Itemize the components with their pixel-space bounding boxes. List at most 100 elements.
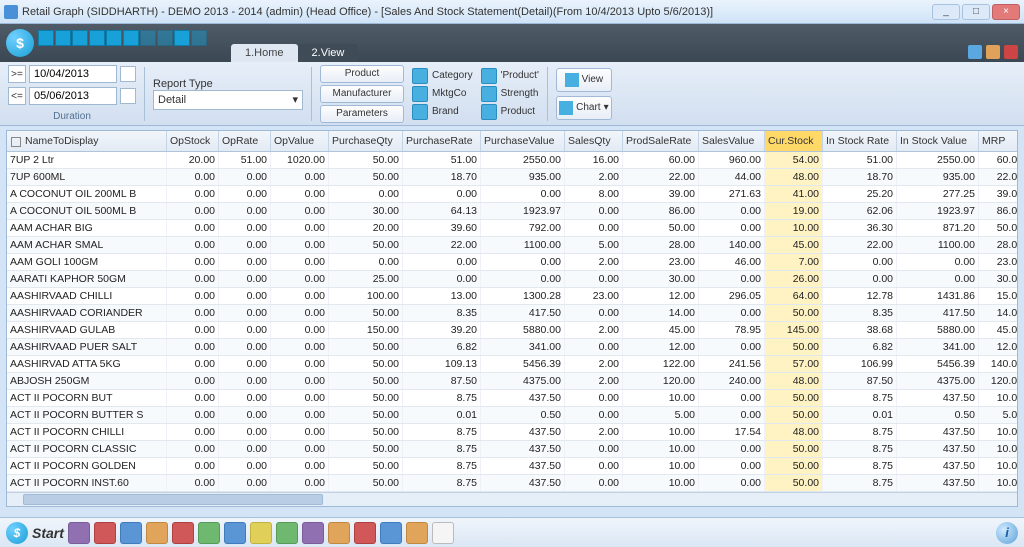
- task-icon-11[interactable]: [328, 522, 350, 544]
- table-row[interactable]: ACT II POCORN GOLDEN0.000.000.0050.008.7…: [7, 458, 1017, 475]
- nav-btn-7[interactable]: [140, 30, 156, 46]
- app-logo[interactable]: $: [6, 29, 34, 57]
- table-row[interactable]: AASHIRVAD ATTA 5KG0.000.000.0050.00109.1…: [7, 356, 1017, 373]
- task-icon-1[interactable]: [68, 522, 90, 544]
- col-header[interactable]: PurchaseQty: [329, 131, 403, 151]
- cell: 0.00: [271, 305, 329, 321]
- product-label: Product: [501, 106, 535, 117]
- col-header[interactable]: MRP: [979, 131, 1018, 151]
- help-icon[interactable]: [968, 45, 982, 59]
- product-button[interactable]: Product: [320, 65, 404, 83]
- table-row[interactable]: A COCONUT OIL 500ML B0.000.000.0030.0064…: [7, 203, 1017, 220]
- task-icon-10[interactable]: [302, 522, 324, 544]
- scrollbar-thumb[interactable]: [23, 494, 323, 505]
- task-icon-6[interactable]: [198, 522, 220, 544]
- table-row[interactable]: ACT II POCORN BUT0.000.000.0050.008.7543…: [7, 390, 1017, 407]
- table-row[interactable]: AAM ACHAR BIG0.000.000.0020.0039.60792.0…: [7, 220, 1017, 237]
- task-icon-3[interactable]: [120, 522, 142, 544]
- table-row[interactable]: ACT II POCORN CHILLI0.000.000.0050.008.7…: [7, 424, 1017, 441]
- cell: 18.70: [823, 169, 897, 185]
- table-row[interactable]: AASHIRVAAD CHILLI0.000.000.00100.0013.00…: [7, 288, 1017, 305]
- maximize-button[interactable]: □: [962, 4, 990, 20]
- table-row[interactable]: AASHIRVAAD PUER SALT0.000.000.0050.006.8…: [7, 339, 1017, 356]
- strength-icon[interactable]: [481, 86, 497, 102]
- task-icon-8[interactable]: [250, 522, 272, 544]
- task-icon-13[interactable]: [380, 522, 402, 544]
- col-header[interactable]: OpStock: [167, 131, 219, 151]
- horizontal-scrollbar[interactable]: [7, 492, 1017, 506]
- calendar-to-icon[interactable]: [120, 88, 136, 104]
- pdf-icon[interactable]: [1004, 45, 1018, 59]
- chart-button[interactable]: Chart ▾: [556, 96, 612, 120]
- calendar-from-icon[interactable]: [120, 66, 136, 82]
- table-row[interactable]: AAM GOLI 100GM0.000.000.000.000.000.002.…: [7, 254, 1017, 271]
- task-icon-12[interactable]: [354, 522, 376, 544]
- task-icon-7[interactable]: [224, 522, 246, 544]
- nav-refresh-icon[interactable]: [123, 30, 139, 46]
- col-header[interactable]: In Stock Value: [897, 131, 979, 151]
- col-header[interactable]: ProdSaleRate: [623, 131, 699, 151]
- table-row[interactable]: AAM ACHAR SMAL0.000.000.0050.0022.001100…: [7, 237, 1017, 254]
- task-icon-4[interactable]: [146, 522, 168, 544]
- parameters-button[interactable]: Parameters: [320, 105, 404, 123]
- close-button[interactable]: ×: [992, 4, 1020, 20]
- col-header[interactable]: PurchaseRate: [403, 131, 481, 151]
- task-icon-9[interactable]: [276, 522, 298, 544]
- col-header[interactable]: SalesValue: [699, 131, 765, 151]
- col-header[interactable]: PurchaseValue: [481, 131, 565, 151]
- table-row[interactable]: 7UP 600ML0.000.000.0050.0018.70935.002.0…: [7, 169, 1017, 186]
- col-header[interactable]: Cur.Stock: [765, 131, 823, 151]
- task-icon-2[interactable]: [94, 522, 116, 544]
- table-row[interactable]: AARATI KAPHOR 50GM0.000.000.0025.000.000…: [7, 271, 1017, 288]
- cell: 0.00: [271, 458, 329, 474]
- start-button[interactable]: $ Start: [6, 522, 64, 544]
- product-icon[interactable]: [481, 104, 497, 120]
- nav-first-icon[interactable]: [38, 30, 54, 46]
- view-button[interactable]: View: [556, 68, 612, 92]
- report-type-select[interactable]: Detail▾: [153, 90, 303, 110]
- grid-body[interactable]: 7UP 2 Ltr20.0051.001020.0050.0051.002550…: [7, 152, 1017, 492]
- cell: 0.00: [271, 441, 329, 457]
- nav-play-icon[interactable]: [72, 30, 88, 46]
- table-row[interactable]: ACT II POCORN INST.600.000.000.0050.008.…: [7, 475, 1017, 492]
- table-row[interactable]: 7UP 2 Ltr20.0051.001020.0050.0051.002550…: [7, 152, 1017, 169]
- table-row[interactable]: AASHIRVAAD GULAB0.000.000.00150.0039.205…: [7, 322, 1017, 339]
- col-header[interactable]: In Stock Rate: [823, 131, 897, 151]
- brand-icon[interactable]: [412, 104, 428, 120]
- col-header[interactable]: OpRate: [219, 131, 271, 151]
- nav-next-icon[interactable]: [89, 30, 105, 46]
- info-icon[interactable]: i: [996, 522, 1018, 544]
- minimize-button[interactable]: _: [932, 4, 960, 20]
- cell: 0.00: [219, 237, 271, 253]
- cell: 30.00: [979, 271, 1017, 287]
- cell: 0.00: [219, 203, 271, 219]
- col-header[interactable]: NameToDisplay: [7, 131, 167, 151]
- nav-btn-8[interactable]: [157, 30, 173, 46]
- table-row[interactable]: A COCONUT OIL 200ML B0.000.000.000.000.0…: [7, 186, 1017, 203]
- settings-icon[interactable]: [986, 45, 1000, 59]
- mktgco-icon[interactable]: [412, 86, 428, 102]
- task-icon-14[interactable]: [406, 522, 428, 544]
- category-icon[interactable]: [412, 68, 428, 84]
- task-icon-5[interactable]: [172, 522, 194, 544]
- tab-home[interactable]: 1.Home: [231, 44, 298, 62]
- table-row[interactable]: ABJOSH 250GM0.000.000.0050.0087.504375.0…: [7, 373, 1017, 390]
- table-row[interactable]: ACT II POCORN CLASSIC0.000.000.0050.008.…: [7, 441, 1017, 458]
- date-to-input[interactable]: [29, 87, 117, 105]
- nav-btn-10[interactable]: [191, 30, 207, 46]
- nav-prev-icon[interactable]: [55, 30, 71, 46]
- task-icon-15[interactable]: [432, 522, 454, 544]
- tab-view[interactable]: 2.View: [298, 44, 359, 62]
- table-row[interactable]: ACT II POCORN BUTTER S0.000.000.0050.000…: [7, 407, 1017, 424]
- cell: 0.00: [897, 254, 979, 270]
- nav-btn-9[interactable]: [174, 30, 190, 46]
- cell: 62.06: [823, 203, 897, 219]
- date-from-input[interactable]: [29, 65, 117, 83]
- productq-icon[interactable]: [481, 68, 497, 84]
- nav-last-icon[interactable]: [106, 30, 122, 46]
- manufacturer-button[interactable]: Manufacturer: [320, 85, 404, 103]
- table-row[interactable]: AASHIRVAAD CORIANDER0.000.000.0050.008.3…: [7, 305, 1017, 322]
- col-header[interactable]: SalesQty: [565, 131, 623, 151]
- col-header[interactable]: OpValue: [271, 131, 329, 151]
- report-type-label: Report Type: [153, 78, 213, 90]
